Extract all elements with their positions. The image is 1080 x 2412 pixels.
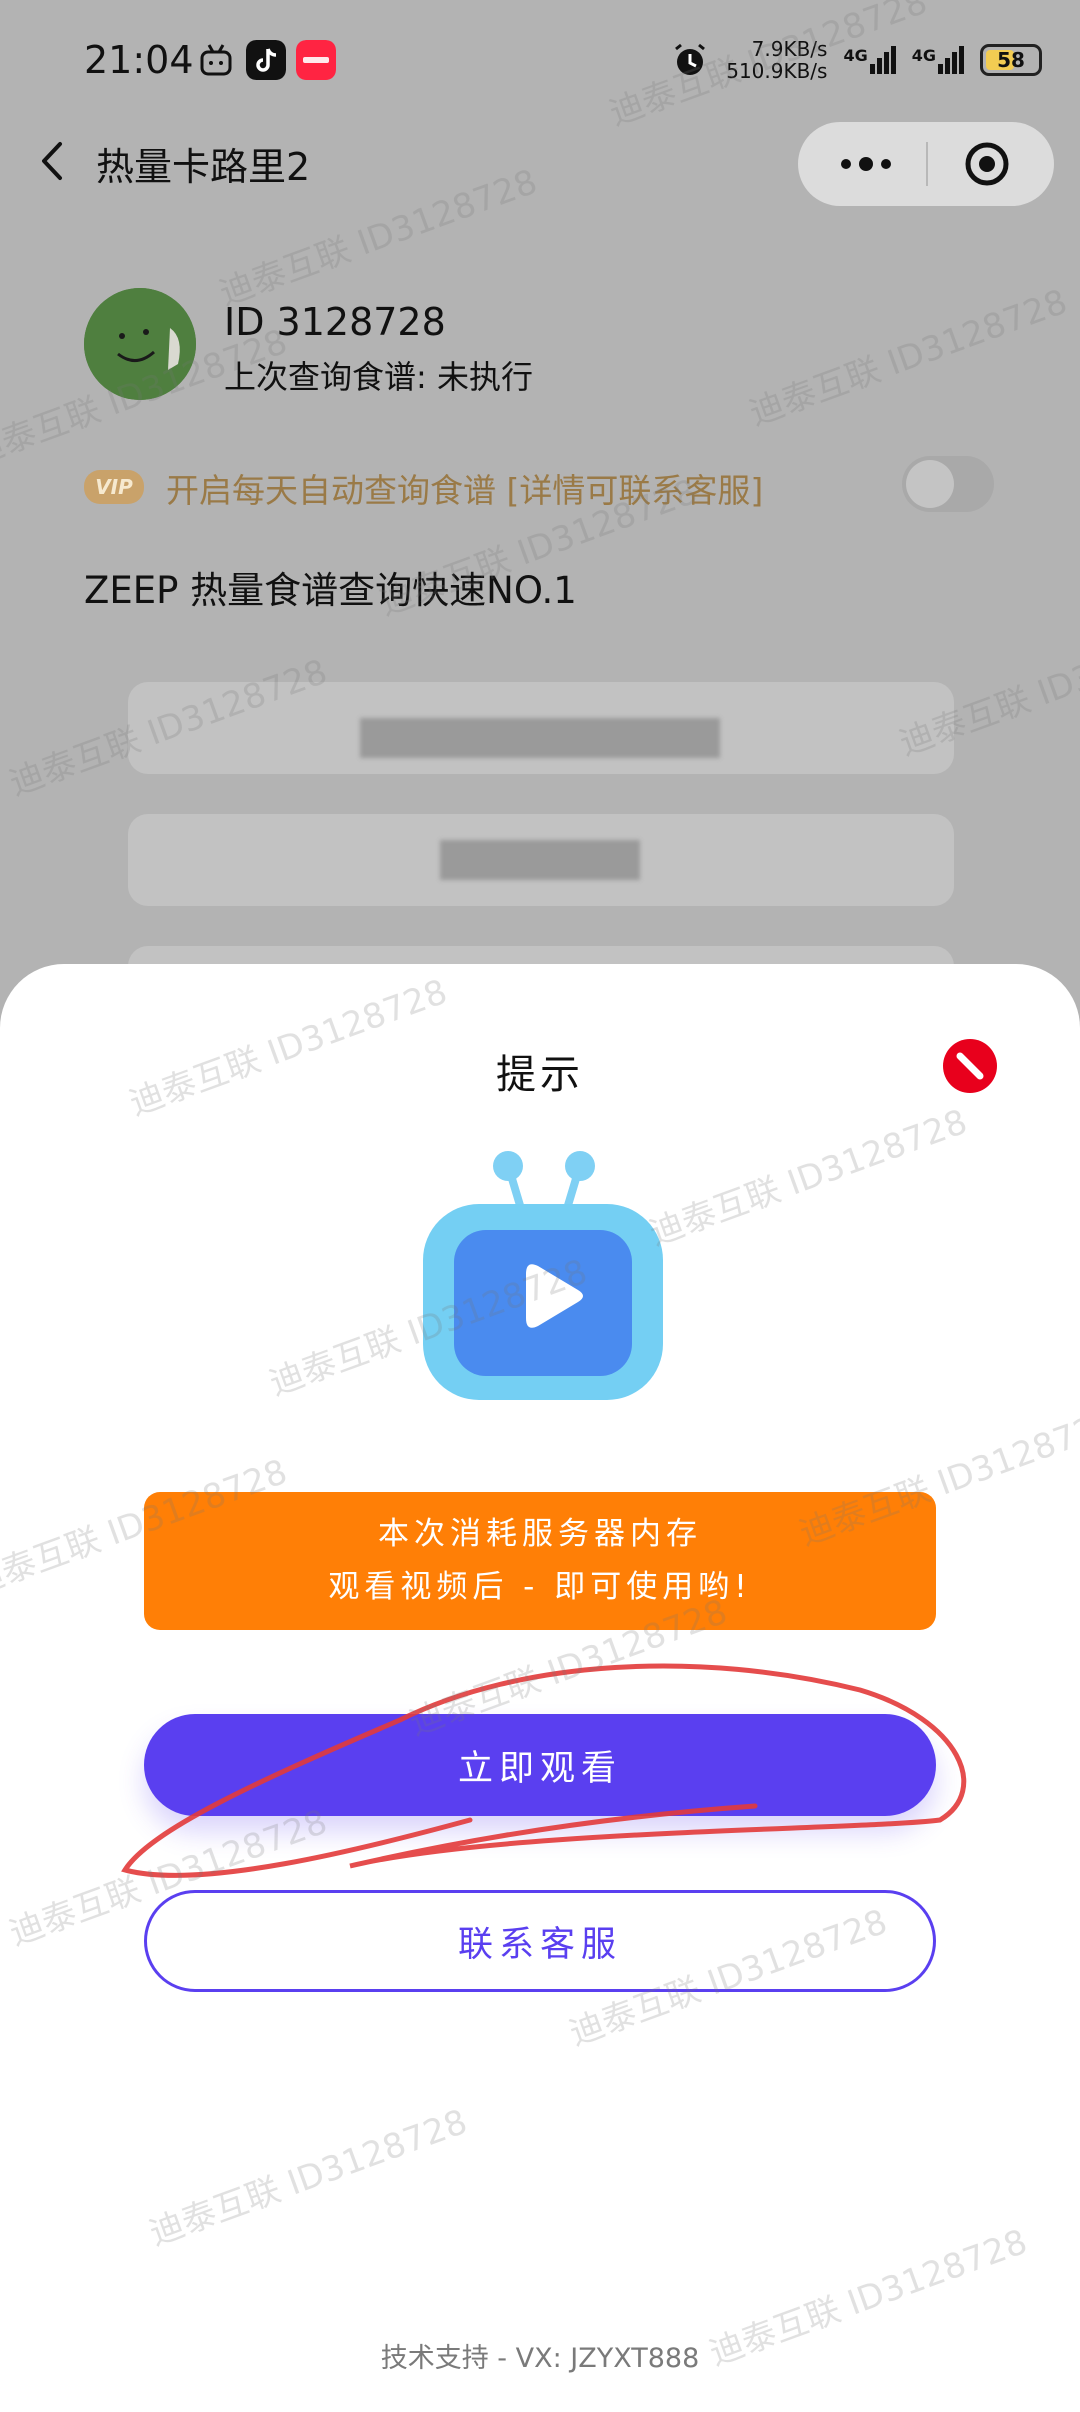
dialog-title: 提示	[496, 1052, 584, 1098]
alarm-icon	[675, 43, 706, 75]
close-icon[interactable]	[942, 1038, 998, 1094]
watermark: 迪泰互联 ID3128728	[744, 281, 1073, 434]
tech-support-footer: 技术支持 - VX: JZYXT888	[380, 2343, 700, 2374]
more-icon[interactable]	[838, 150, 894, 178]
battery-icon: 58	[980, 44, 1042, 76]
contact-service-button[interactable]: 联系客服	[144, 1890, 936, 1992]
blurred-card	[128, 814, 954, 906]
nav-bar: 热量卡路里2	[0, 118, 1080, 206]
watch-now-button[interactable]: 立即观看	[144, 1714, 936, 1816]
vip-badge: VIP	[84, 470, 144, 504]
vip-auto-query-row: VIP 开启每天自动查询食谱 [详情可联系客服]	[84, 456, 994, 532]
xiaohongshu-icon	[296, 40, 336, 80]
status-bar: 21:04 7.9KB/s 510.9KB/s 4G 4G 58	[0, 0, 1080, 120]
close-mini-program-icon[interactable]	[963, 140, 1011, 188]
signal-icon-2: 4G	[912, 46, 964, 74]
back-icon[interactable]	[30, 136, 80, 186]
user-id: ID 3128728	[224, 300, 446, 344]
notice-line-2: 观看视频后 - 即可使用哟!	[328, 1569, 752, 1605]
last-query-status: 上次查询食谱: 未执行	[224, 358, 533, 396]
network-speed: 7.9KB/s 510.9KB/s	[726, 37, 828, 83]
prompt-dialog: 提示 本次消耗服务器内存 观看视频后 - 即可使用哟! 立即观看 联系客服 技术…	[0, 964, 1080, 2412]
battery-level: 58	[997, 48, 1025, 72]
section-title: ZEEP 热量食谱查询快速NO.1	[84, 569, 577, 612]
capsule-divider	[926, 142, 928, 186]
status-indicators: 7.9KB/s 510.9KB/s 4G 4G 58	[670, 32, 1042, 88]
tiktok-icon	[246, 40, 286, 80]
auto-query-toggle[interactable]	[902, 456, 994, 512]
video-tv-icon	[423, 1151, 663, 1400]
bilibili-icon	[200, 44, 232, 76]
status-time: 21:04	[84, 38, 194, 82]
signal-icon: 4G	[843, 46, 896, 74]
blurred-card	[128, 682, 954, 774]
notice-line-1: 本次消耗服务器内存	[378, 1516, 702, 1552]
page-title: 热量卡路里2	[96, 145, 311, 189]
avatar[interactable]	[84, 288, 196, 400]
vip-description: 开启每天自动查询食谱 [详情可联系客服]	[166, 471, 764, 510]
mini-program-capsule	[798, 122, 1054, 206]
notice-banner: 本次消耗服务器内存 观看视频后 - 即可使用哟!	[144, 1492, 936, 1630]
